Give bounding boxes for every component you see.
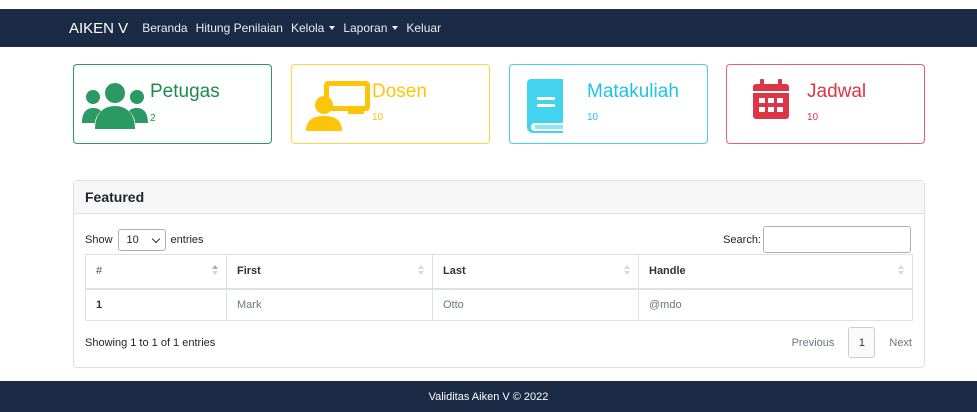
nav-beranda[interactable]: Beranda [142,21,187,35]
nav-hitung-penilaian[interactable]: Hitung Penilaian [196,21,283,35]
page-1-button[interactable]: 1 [848,327,876,358]
card-title: Jadwal [807,81,867,102]
caret-down-icon [392,26,399,30]
column-label: # [96,265,103,278]
top-navbar: AIKEN V Beranda Hitung Penilaian Kelola … [0,9,977,47]
featured-panel: Featured Show 10 entries Search: # First [73,180,925,368]
sort-icon [624,265,630,275]
column-header-handle[interactable]: Handle [638,254,913,290]
card-title: Dosen [372,81,427,102]
table-search: Search: [723,226,911,253]
nav-kelola-dropdown[interactable]: Kelola [290,21,336,35]
column-label: Handle [649,265,686,278]
card-count: 10 [372,112,384,123]
table-header-row: # First Last Handle [85,254,913,290]
column-label: First [237,265,261,278]
search-label: Search: [723,233,761,246]
nav-label: Beranda [142,21,188,35]
card-petugas[interactable]: Petugas 2 [73,64,272,144]
footer-text: Validitas Aiken V © 2022 [428,390,549,403]
card-title: Matakuliah [587,81,679,102]
card-count: 2 [150,113,156,124]
next-button[interactable]: Next [889,337,912,349]
entries-select[interactable]: 10 [117,229,166,251]
panel-title: Featured [74,181,924,214]
cell-number: 1 [85,288,227,321]
users-icon [82,83,148,129]
sort-icon [898,265,904,275]
column-header-first[interactable]: First [226,254,433,290]
previous-button[interactable]: Previous [792,337,835,349]
nav-label: Laporan [343,21,388,35]
length-prefix: Show [85,234,113,246]
nav-label: Hitung Penilaian [195,21,283,35]
table-info: Showing 1 to 1 of 1 entries [85,337,216,349]
nav-label: Kelola [290,21,325,35]
entries-select-value: 10 [126,234,139,246]
card-dosen[interactable]: Dosen 10 [291,64,490,144]
column-header-number[interactable]: # [85,254,227,290]
footer: Validitas Aiken V © 2022 [0,381,977,412]
sort-icon [418,265,424,275]
card-title: Petugas [150,81,220,102]
pagination: Previous 1 Next [792,327,912,358]
nav-label: Keluar [406,21,442,35]
cell-first: Mark [226,288,433,321]
brand-logo[interactable]: AIKEN V [69,20,128,37]
stat-cards: Petugas 2 Dosen 10 Matakuliah 10 Jadwal … [73,64,925,144]
caret-down-icon [329,26,336,30]
teacher-icon [306,81,370,131]
card-matakuliah[interactable]: Matakuliah 10 [509,64,708,144]
card-count: 10 [587,112,599,123]
column-label: Last [443,265,466,278]
calendar-icon [753,79,789,119]
book-icon [527,79,563,133]
cell-handle: @mdo [638,288,913,321]
card-count: 10 [807,112,819,123]
nav-keluar[interactable]: Keluar [406,21,441,35]
table-row: 1 Mark Otto @mdo [85,288,913,321]
column-header-last[interactable]: Last [432,254,639,290]
entries-length-control: Show 10 entries [85,229,204,251]
length-suffix: entries [170,234,204,246]
search-input[interactable] [763,226,911,253]
card-jadwal[interactable]: Jadwal 10 [726,64,925,144]
data-table: # First Last Handle 1 Mark Otto @mdo [85,254,913,321]
sort-icon [212,265,218,275]
cell-last: Otto [432,288,639,321]
nav-laporan-dropdown[interactable]: Laporan [343,21,399,35]
chevron-down-icon [151,234,160,243]
